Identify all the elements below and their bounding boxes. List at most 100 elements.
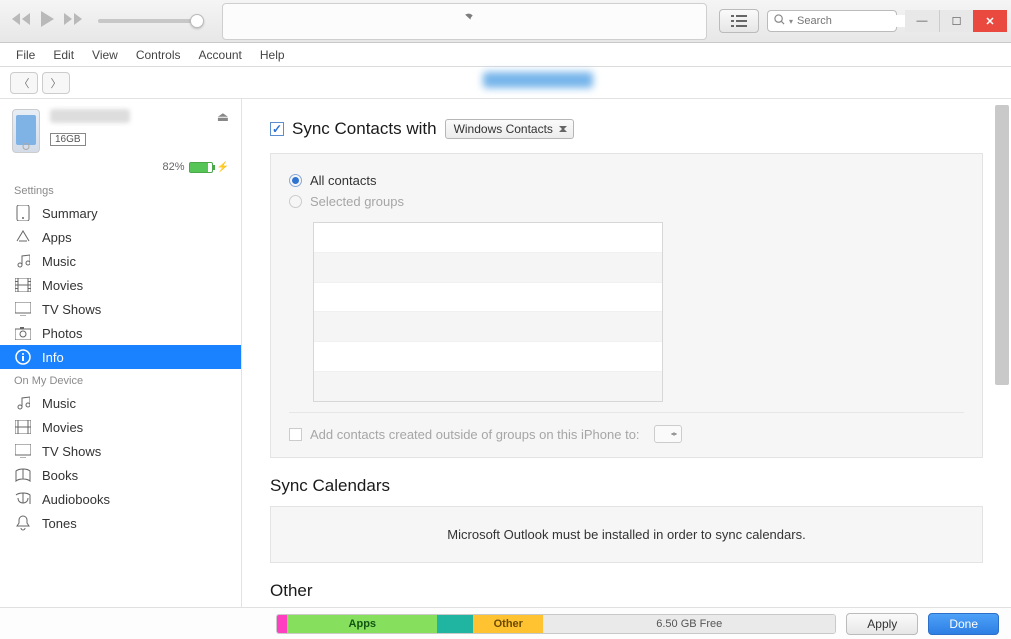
storage-seg-media: [277, 615, 287, 633]
menu-bar: File Edit View Controls Account Help: [0, 43, 1011, 67]
menu-edit[interactable]: Edit: [45, 45, 82, 65]
radio-all-contacts[interactable]: All contacts: [289, 170, 964, 191]
music-icon: [14, 395, 32, 411]
sidebar-item-label: Photos: [42, 326, 82, 341]
storage-seg-free: 6.50 GB Free: [543, 615, 835, 633]
now-playing-pane: [222, 3, 707, 40]
menu-controls[interactable]: Controls: [128, 45, 189, 65]
add-outside-checkbox[interactable]: [289, 428, 302, 441]
close-button[interactable]: ✕: [973, 10, 1007, 32]
sidebar-item-label: Apps: [42, 230, 72, 245]
sync-contacts-dropdown[interactable]: Windows Contacts: [445, 119, 574, 139]
charging-icon: ⚡: [217, 162, 229, 173]
other-header: Other: [270, 563, 983, 607]
previous-track-button[interactable]: [12, 11, 34, 32]
navigation-row: 〈 〉: [0, 67, 1011, 99]
list-row: [314, 312, 662, 342]
done-button[interactable]: Done: [928, 613, 999, 635]
sidebar-item-label: Info: [42, 350, 64, 365]
sidebar-item-music[interactable]: Music: [0, 249, 241, 273]
apply-button[interactable]: Apply: [846, 613, 918, 635]
sidebar-item-device-books[interactable]: Books: [0, 463, 241, 487]
next-track-button[interactable]: [60, 11, 82, 32]
music-icon: [14, 253, 32, 269]
eject-icon[interactable]: ⏏: [217, 109, 229, 125]
sidebar-item-tvshows[interactable]: TV Shows: [0, 297, 241, 321]
sync-calendars-message: Microsoft Outlook must be installed in o…: [447, 527, 805, 542]
sidebar-item-label: TV Shows: [42, 444, 101, 459]
apple-logo-icon: [455, 8, 475, 35]
sync-contacts-checkbox[interactable]: [270, 122, 284, 136]
radio-label: All contacts: [310, 173, 376, 188]
play-button[interactable]: [38, 10, 56, 33]
list-row: [314, 253, 662, 283]
sidebar-item-label: Summary: [42, 206, 98, 221]
storage-seg-other: Other: [473, 615, 543, 633]
device-icon: [14, 205, 32, 221]
list-row: [314, 223, 662, 253]
tv-icon: [14, 443, 32, 459]
sidebar-item-device-tvshows[interactable]: TV Shows: [0, 439, 241, 463]
sidebar-item-summary[interactable]: Summary: [0, 201, 241, 225]
battery-percent: 82%: [163, 161, 185, 173]
list-row: [314, 342, 662, 372]
battery-icon: [189, 162, 213, 173]
radio-icon: [289, 174, 302, 187]
tv-icon: [14, 301, 32, 317]
sidebar: 16GB ⏏ 82% ⚡ Settings Summary Apps Music…: [0, 99, 242, 607]
storage-seg-apps: Apps: [287, 615, 437, 633]
sidebar-item-device-music[interactable]: Music: [0, 391, 241, 415]
maximize-button[interactable]: ☐: [939, 10, 973, 32]
dropdown-caret-icon: ▾: [789, 17, 793, 26]
sidebar-item-device-movies[interactable]: Movies: [0, 415, 241, 439]
sidebar-item-device-audiobooks[interactable]: Audiobooks: [0, 487, 241, 511]
storage-seg-documents: [437, 615, 473, 633]
radio-label: Selected groups: [310, 194, 404, 209]
sidebar-item-info[interactable]: Info: [0, 345, 241, 369]
add-outside-dropdown[interactable]: [654, 425, 682, 443]
device-capacity-badge: 16GB: [50, 133, 86, 146]
sidebar-item-label: Audiobooks: [42, 492, 110, 507]
sidebar-item-label: Books: [42, 468, 78, 483]
info-icon: [14, 349, 32, 365]
list-row: [314, 372, 662, 401]
sync-calendars-panel: Microsoft Outlook must be installed in o…: [270, 506, 983, 563]
search-field[interactable]: ▾: [767, 10, 897, 32]
sidebar-item-apps[interactable]: Apps: [0, 225, 241, 249]
movies-icon: [14, 277, 32, 293]
list-view-button[interactable]: [719, 9, 759, 33]
list-row: [314, 283, 662, 313]
storage-bar: Apps Other 6.50 GB Free: [276, 614, 836, 634]
volume-slider[interactable]: [98, 19, 198, 23]
sidebar-item-movies[interactable]: Movies: [0, 273, 241, 297]
menu-help[interactable]: Help: [252, 45, 293, 65]
sync-contacts-row: Sync Contacts with Windows Contacts: [270, 119, 983, 139]
sidebar-header-settings: Settings: [0, 179, 241, 201]
title-bar: ▾ — ☐ ✕: [0, 0, 1011, 43]
menu-file[interactable]: File: [8, 45, 43, 65]
back-button[interactable]: 〈: [10, 72, 38, 94]
apps-icon: [14, 229, 32, 245]
bell-icon: [14, 515, 32, 531]
radio-selected-groups[interactable]: Selected groups: [289, 191, 964, 212]
groups-listbox: [313, 222, 663, 402]
sync-contacts-label: Sync Contacts with: [292, 119, 437, 139]
device-name-redacted: [50, 109, 130, 123]
camera-icon: [14, 325, 32, 341]
sync-contacts-panel: All contacts Selected groups Add contact…: [270, 153, 983, 458]
device-thumbnail-icon: [12, 109, 40, 153]
book-icon: [14, 467, 32, 483]
content-pane: Sync Contacts with Windows Contacts All …: [242, 99, 1011, 607]
scrollbar-thumb[interactable]: [995, 105, 1009, 385]
device-summary: 16GB ⏏: [0, 99, 241, 161]
minimize-button[interactable]: —: [905, 10, 939, 32]
sync-calendars-header: Sync Calendars: [270, 458, 983, 506]
sidebar-item-photos[interactable]: Photos: [0, 321, 241, 345]
sidebar-item-label: Movies: [42, 420, 83, 435]
forward-button[interactable]: 〉: [42, 72, 70, 94]
menu-account[interactable]: Account: [191, 45, 250, 65]
menu-view[interactable]: View: [84, 45, 126, 65]
device-name-blurred: [483, 72, 593, 88]
radio-icon: [289, 195, 302, 208]
sidebar-item-device-tones[interactable]: Tones: [0, 511, 241, 535]
